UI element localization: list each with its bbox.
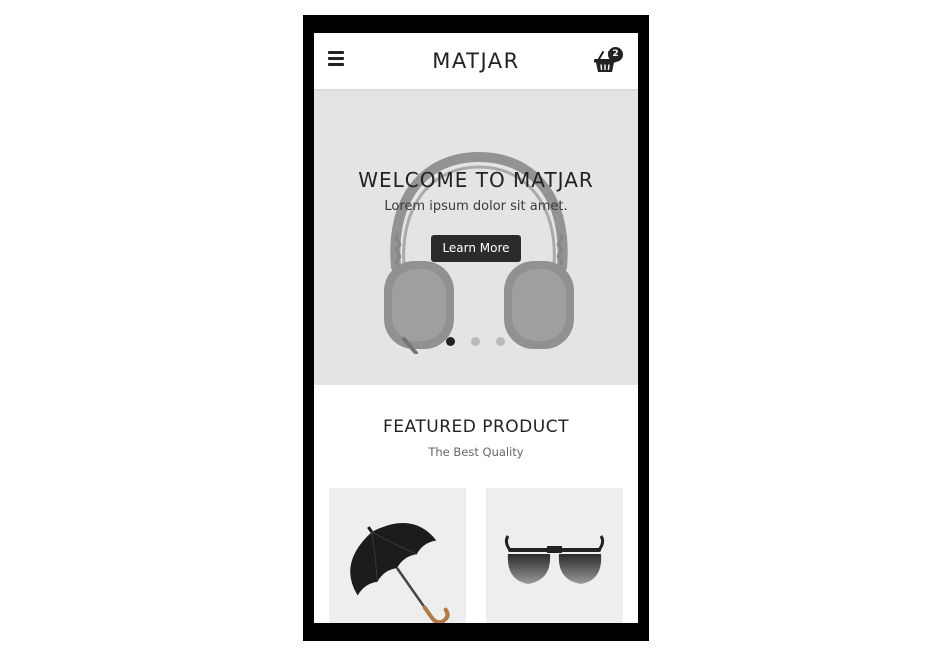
top-navbar: MATJAR 2 bbox=[314, 33, 638, 89]
cart-count-badge: 2 bbox=[608, 47, 623, 62]
product-card-umbrella[interactable] bbox=[329, 488, 466, 623]
cart-button[interactable]: 2 bbox=[593, 47, 625, 75]
menu-bar-icon bbox=[328, 63, 344, 66]
sunglasses-image bbox=[504, 535, 605, 584]
device-frame: MATJAR 2 WELCOME TO MATJAR Lorem ipsum d… bbox=[303, 15, 649, 641]
umbrella-image bbox=[350, 523, 450, 623]
slider-pagination bbox=[314, 337, 638, 347]
section-title: FEATURED PRODUCT bbox=[383, 417, 569, 437]
menu-bar-icon bbox=[328, 57, 344, 60]
app-screen: MATJAR 2 WELCOME TO MATJAR Lorem ipsum d… bbox=[314, 33, 638, 623]
slide-dot-2[interactable] bbox=[471, 337, 480, 346]
menu-bar-icon bbox=[328, 51, 344, 54]
menu-button[interactable] bbox=[328, 51, 346, 67]
brand-logo[interactable]: MATJAR bbox=[314, 33, 638, 89]
slide-dot-3[interactable] bbox=[496, 337, 505, 346]
hero-title: WELCOME TO MATJAR bbox=[358, 168, 594, 192]
product-card-sunglasses[interactable] bbox=[486, 488, 623, 623]
section-subtitle: The Best Quality bbox=[428, 445, 524, 459]
hero-subtitle: Lorem ipsum dolor sit amet. bbox=[384, 199, 568, 214]
learn-more-button[interactable]: Learn More bbox=[431, 235, 521, 262]
slide-dot-1[interactable] bbox=[446, 337, 455, 346]
hero-slider: WELCOME TO MATJAR Lorem ipsum dolor sit … bbox=[314, 89, 638, 385]
